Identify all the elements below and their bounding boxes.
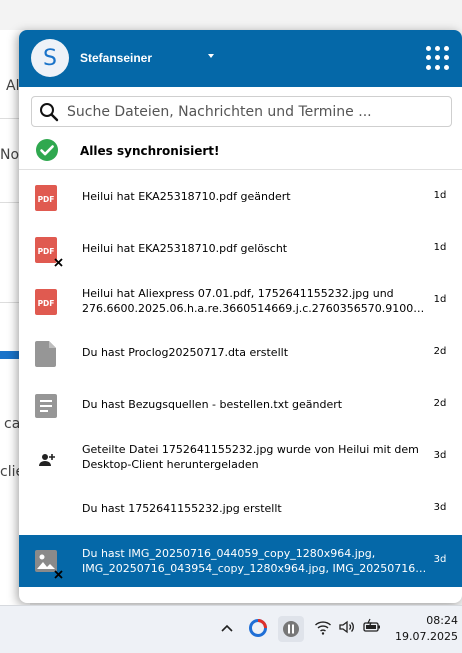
activity-age: 2d <box>433 398 447 409</box>
activity-text-line: 276.6600.2025.06.h.a.re.3660514669.j.c.2… <box>82 302 427 315</box>
background-text: No <box>0 147 20 163</box>
search-input[interactable]: Suche Dateien, Nachrichten und Termine .… <box>31 96 452 127</box>
pause-icon[interactable] <box>278 616 304 642</box>
avatar[interactable]: S <box>31 39 69 77</box>
antivirus-tray-icon[interactable] <box>248 618 268 638</box>
activity-text-line: Du hast Bezugsquellen - bestellen.txt ge… <box>82 398 343 411</box>
activity-age: 3d <box>433 450 447 461</box>
svg-text:PDF: PDF <box>38 247 55 256</box>
activity-item[interactable]: Du hast 1752641155232.jpg erstellt 3d <box>19 483 462 535</box>
search-placeholder: Suche Dateien, Nachrichten und Termine .… <box>67 104 372 120</box>
activity-text: Du hast 1752641155232.jpg erstellt <box>82 501 427 516</box>
activity-text: Du hast Proclog20250717.dta erstellt <box>82 345 427 360</box>
svg-text:PDF: PDF <box>38 195 55 204</box>
background-text: Al <box>6 78 20 94</box>
activity-text: Heilui hat EKA25318710.pdf geändert <box>82 189 427 204</box>
activity-age: 3d <box>433 502 447 513</box>
sync-status-text: Alles synchronisiert! <box>80 144 220 158</box>
pdf-icon: PDF <box>35 289 57 315</box>
sync-status: Alles synchronisiert! <box>19 133 462 169</box>
taskbar: 08:24 19.07.2025 <box>0 605 462 653</box>
activity-text-line: Heilui hat EKA25318710.pdf geändert <box>82 190 291 203</box>
account-name[interactable]: Stefanseiner <box>80 51 152 65</box>
activity-text: Du hast Bezugsquellen - bestellen.txt ge… <box>82 397 427 412</box>
file-icon <box>35 341 57 367</box>
pdf-icon: PDF <box>35 185 57 211</box>
activity-age: 1d <box>433 190 447 201</box>
activity-age: 2d <box>433 346 447 357</box>
clock-time: 08:24 <box>426 614 458 627</box>
svg-text:PDF: PDF <box>38 299 55 308</box>
activity-text: Heilui hat EKA25318710.pdf gelöscht <box>82 241 427 256</box>
activity-text: Du hast IMG_20250716_044059_copy_1280x96… <box>82 546 427 576</box>
divider <box>19 169 462 170</box>
activity-text-line: IMG_20250716_043954_copy_1280x964.jpg, I… <box>82 562 427 575</box>
clock[interactable]: 08:24 19.07.2025 <box>388 613 458 645</box>
activity-text-line: Desktop-Client heruntergeladen <box>82 458 259 471</box>
pdf-deleted-icon: PDF <box>35 237 63 267</box>
activity-age: 3d <box>433 554 447 565</box>
wifi-icon[interactable] <box>314 618 332 636</box>
activity-text: Geteilte Datei 1752641155232.jpg wurde v… <box>82 442 427 472</box>
chevron-up-icon[interactable] <box>220 623 234 633</box>
activity-text-line: Geteilte Datei 1752641155232.jpg wurde v… <box>82 443 419 456</box>
activity-item[interactable]: Geteilte Datei 1752641155232.jpg wurde v… <box>19 431 462 483</box>
sync-client-popup: S Stefanseiner Suche Dateien, Nachrichte… <box>19 30 462 603</box>
activity-text-line: Du hast Proclog20250717.dta erstellt <box>82 346 289 359</box>
activity-item[interactable]: Du hast Bezugsquellen - bestellen.txt ge… <box>19 379 462 431</box>
text-file-icon <box>35 393 57 419</box>
activity-item[interactable]: PDF Heilui hat Aliexpress 07.01.pdf, 1752… <box>19 275 462 327</box>
activity-text-line: Du hast IMG_20250716_044059_copy_1280x96… <box>82 547 376 560</box>
image-deleted-icon <box>35 549 63 579</box>
activity-item[interactable]: Du hast IMG_20250716_044059_copy_1280x96… <box>19 535 462 587</box>
activity-icon-empty <box>35 497 57 523</box>
activity-text: Heilui hat Aliexpress 07.01.pdf, 1752641… <box>82 286 427 316</box>
activity-text-line: Heilui hat Aliexpress 07.01.pdf, 1752641… <box>82 287 394 300</box>
person-add-icon <box>35 445 57 471</box>
activity-item[interactable]: Du hast Proclog20250717.dta erstellt 2d <box>19 327 462 379</box>
activity-text-line: Heilui hat EKA25318710.pdf gelöscht <box>82 242 288 255</box>
account-header: S Stefanseiner <box>19 30 462 87</box>
activity-text-line: Du hast 1752641155232.jpg erstellt <box>82 502 282 515</box>
check-circle-icon <box>36 139 58 161</box>
volume-icon[interactable] <box>338 618 356 636</box>
activity-age: 1d <box>433 242 447 253</box>
apps-grid-icon[interactable] <box>426 46 450 70</box>
background-text: ca <box>4 416 21 432</box>
battery-icon[interactable] <box>362 618 382 636</box>
search-icon <box>40 103 59 122</box>
activity-age: 1d <box>433 294 447 305</box>
clock-date: 19.07.2025 <box>395 630 458 643</box>
activity-item[interactable]: PDF Heilui hat EKA25318710.pdf gelöscht 1d <box>19 223 462 275</box>
chevron-down-icon[interactable] <box>208 54 214 58</box>
activity-item[interactable]: PDF Heilui hat EKA25318710.pdf geändert 1d <box>19 171 462 223</box>
